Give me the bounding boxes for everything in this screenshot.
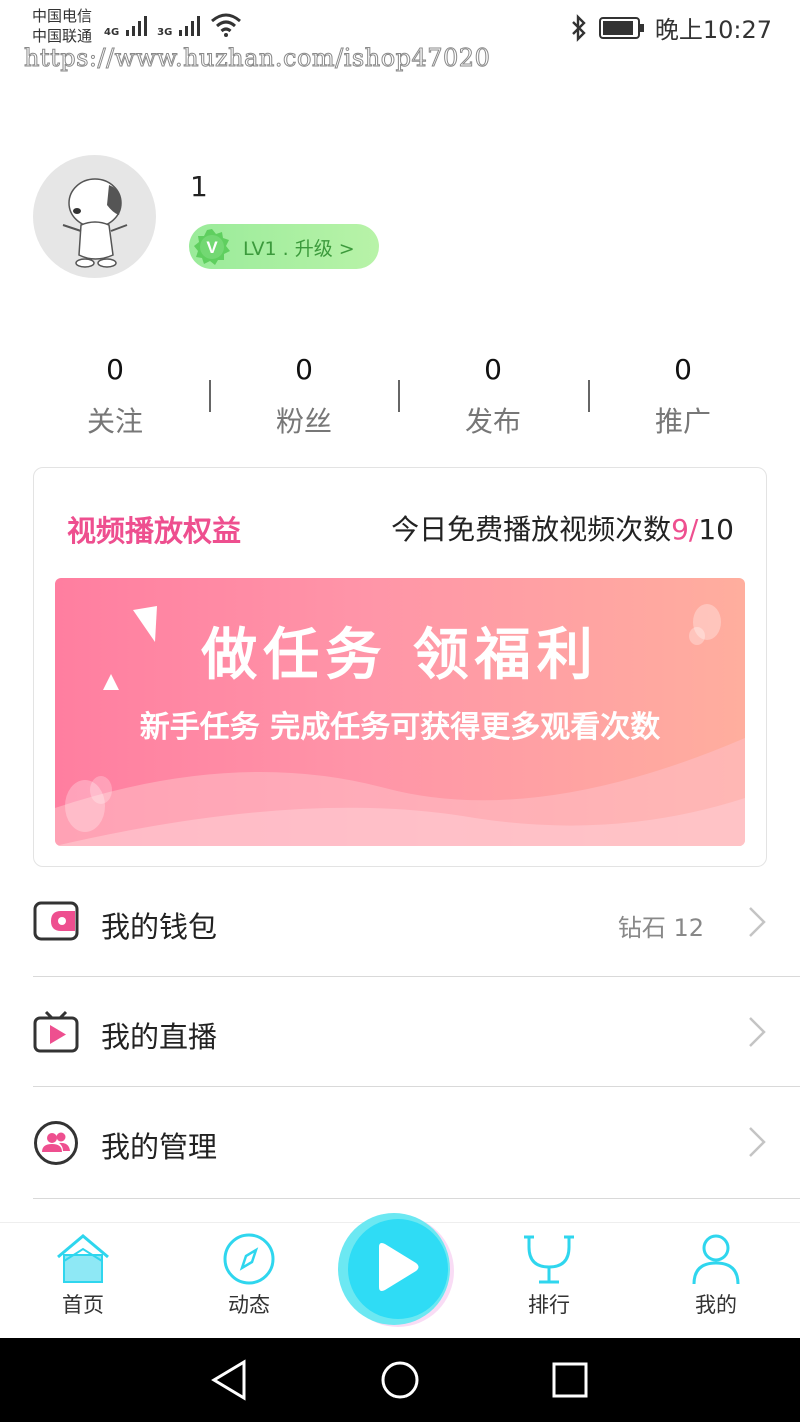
stat-published[interactable]: 0 发布 (398, 350, 588, 440)
bluetooth-icon (571, 13, 586, 42)
menu-item-wallet[interactable]: 我的钱包 钻石 12 (33, 868, 800, 978)
video-rights-title: 视频播放权益 (67, 514, 242, 548)
wifi-icon (211, 13, 242, 37)
stats-row: 0 关注 0 粉丝 0 发布 0 推广 (20, 350, 780, 450)
chevron-right-icon (749, 1017, 766, 1047)
vip-badge-icon: V (194, 229, 230, 265)
carrier-1: 中国电信 (32, 7, 93, 25)
tab-mine[interactable]: 我的 (666, 1233, 766, 1319)
avatar-image (62, 178, 128, 268)
quota-used: 9 (671, 513, 689, 546)
level-badge[interactable]: V LV1 . 升级 > (189, 224, 379, 269)
menu-divider (33, 976, 800, 977)
free-play-quota: 今日免费播放视频次数9/10 (391, 508, 734, 548)
menu-item-live[interactable]: 我的直播 (33, 978, 800, 1088)
system-navigation-bar (0, 1338, 800, 1422)
stat-fans[interactable]: 0 粉丝 (209, 350, 399, 440)
stat-value: 0 (674, 353, 692, 386)
manage-users-icon (34, 1121, 78, 1165)
trophy-icon (524, 1235, 574, 1284)
task-reward-banner[interactable]: 做任务 领福利 新手任务 完成任务可获得更多观看次数 (55, 578, 745, 846)
quota-total: 10 (698, 513, 734, 546)
stat-value: 0 (295, 353, 313, 386)
live-tv-icon (33, 1010, 79, 1053)
banner-subtitle: 新手任务 完成任务可获得更多观看次数 (139, 710, 661, 745)
status-right: 晚上10:27 (569, 10, 772, 45)
back-icon[interactable] (210, 1358, 250, 1402)
menu-label: 我的钱包 (101, 910, 218, 944)
menu-label: 我的直播 (101, 1020, 218, 1054)
play-icon[interactable] (332, 1211, 456, 1331)
carrier-2: 中国联通 (32, 27, 93, 45)
signal-icon (179, 16, 201, 36)
tab-feed[interactable]: 动态 (199, 1233, 299, 1319)
tab-label: 首页 (62, 1293, 104, 1317)
menu-divider (33, 1198, 800, 1199)
quota-label: 今日免费播放视频次数 (391, 513, 672, 546)
network-type-2: 3G (157, 27, 173, 38)
stat-label: 推广 (654, 405, 711, 438)
home-icon (57, 1234, 109, 1283)
menu-divider (33, 1086, 800, 1087)
avatar[interactable] (33, 155, 156, 278)
compass-icon (223, 1233, 275, 1285)
level-upgrade-text: LV1 . 升级 > (243, 238, 355, 260)
chevron-right-icon (749, 1127, 766, 1157)
battery-icon (598, 16, 644, 39)
tab-label: 动态 (228, 1293, 270, 1317)
banner-headline: 做任务 领福利 (201, 623, 599, 688)
username: 1 (190, 170, 208, 203)
vip-badge-letter: V (206, 238, 218, 257)
bottom-tab-bar: 首页 动态 排行 我的 (0, 1213, 800, 1338)
recents-icon[interactable] (550, 1358, 590, 1402)
stat-label: 发布 (464, 405, 521, 438)
signal-icon (126, 16, 148, 36)
tab-label: 排行 (528, 1293, 570, 1317)
chevron-right-icon (749, 907, 766, 937)
user-icon (692, 1234, 740, 1285)
tab-ranking[interactable]: 排行 (499, 1233, 599, 1319)
menu-item-management[interactable]: 我的管理 (33, 1088, 800, 1198)
watermark-url: https://www.huzhan.com/ishop47020 (23, 44, 491, 73)
home-button-icon[interactable] (380, 1358, 420, 1402)
network-type-1: 4G (104, 27, 120, 38)
menu-label: 我的管理 (101, 1130, 218, 1164)
quota-slash: / (688, 513, 699, 546)
network-indicators: 4G 3G (104, 12, 242, 38)
wallet-icon (33, 901, 79, 941)
status-time: 晚上10:27 (654, 16, 772, 44)
stat-value: 0 (484, 353, 502, 386)
stat-label: 关注 (86, 405, 143, 438)
stat-label: 粉丝 (275, 405, 332, 438)
video-rights-card: 视频播放权益 今日免费播放视频次数9/10 做任务 领福利 新手任务 完成任务可… (33, 467, 767, 867)
carrier-info: 中国电信 中国联通 (32, 6, 92, 46)
stat-promotion[interactable]: 0 推广 (588, 350, 778, 440)
tab-home[interactable]: 首页 (33, 1233, 133, 1319)
stat-value: 0 (106, 353, 124, 386)
stat-following[interactable]: 0 关注 (20, 350, 210, 440)
diamond-balance: 钻石 12 (617, 914, 704, 942)
tab-label: 我的 (695, 1293, 737, 1317)
